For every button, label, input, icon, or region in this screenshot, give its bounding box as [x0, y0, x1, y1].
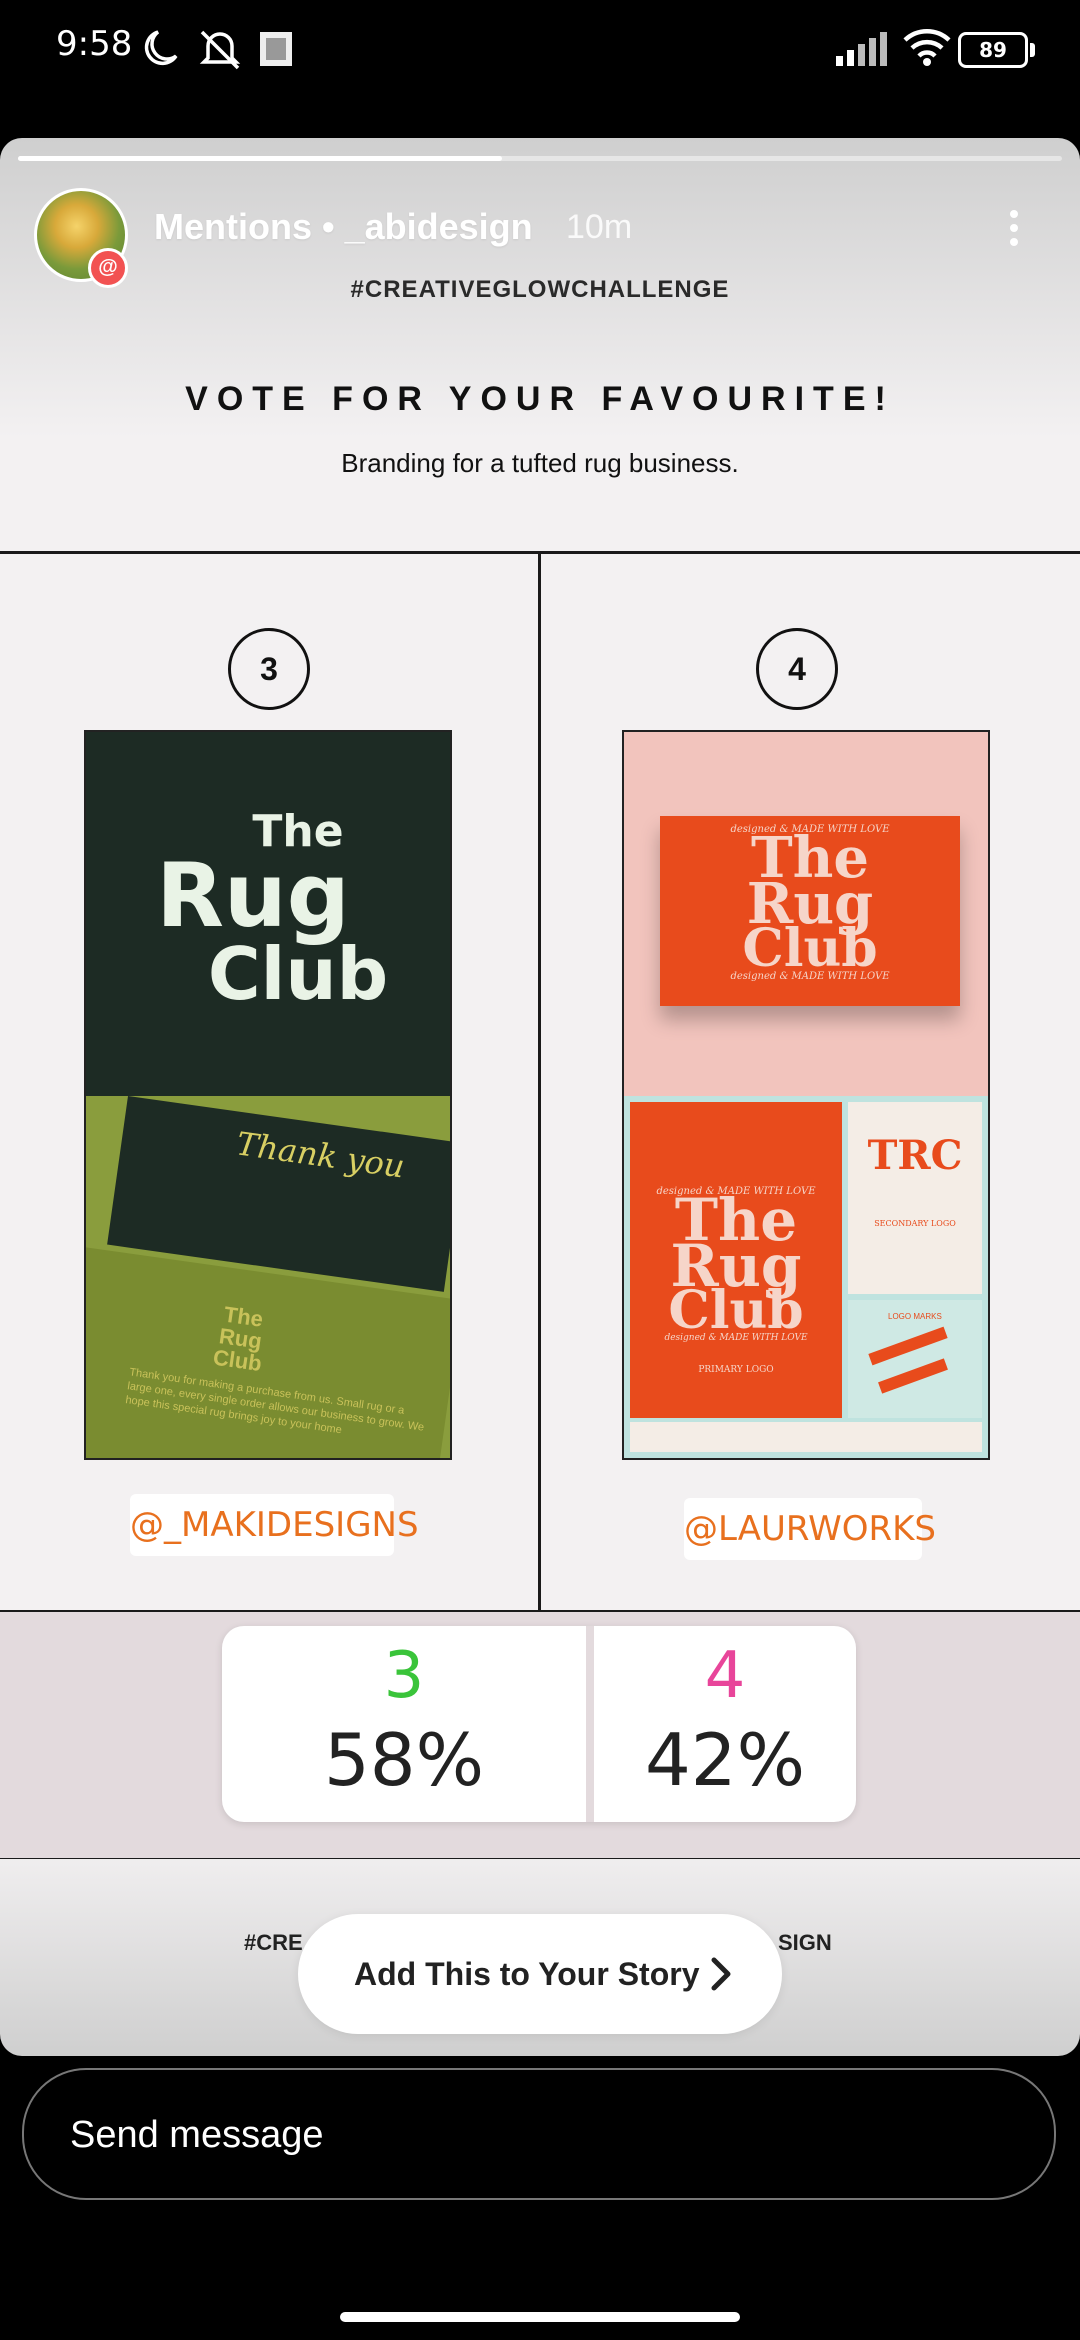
poster-word-rug: Rug [156, 844, 350, 947]
gallery-icon [260, 32, 292, 66]
subhead: Branding for a tufted rug business. [341, 448, 739, 478]
poster-entry-4: designed & MADE WITH LOVE The Rug Club d… [622, 730, 990, 1460]
poster-monogram: TRC [867, 1132, 963, 1179]
status-icons-left [136, 26, 316, 77]
story-card[interactable]: @ Mentions • _abidesign 10m #CREATIVEGLO… [0, 138, 1080, 2056]
status-time: 9:58 [56, 24, 133, 64]
poll-option-4-percent: 42% [644, 1718, 806, 1802]
moon-icon [144, 30, 178, 66]
bell-off-icon [199, 30, 241, 70]
card-bottom-line: designed & MADE WITH LOVE [730, 971, 890, 982]
handle-laurworks[interactable]: @LAURWORKS [684, 1498, 936, 1560]
poll-option-4[interactable]: 4 42% [594, 1626, 856, 1822]
story-progress-fill [18, 156, 502, 161]
poster-entry-3: The Rug Club Thank you The Rug Club Than… [84, 730, 452, 1460]
hashtag-top: #CREATIVEGLOWCHALLENGE [350, 276, 730, 303]
add-to-story-button[interactable]: Add This to Your Story [298, 1914, 782, 2034]
home-indicator[interactable] [340, 2312, 740, 2322]
poll-option-3[interactable]: 3 58% [222, 1626, 586, 1822]
entry-number-4: 4 [756, 628, 838, 710]
poster-logo-marks: LOGO MARKS [888, 1312, 942, 1321]
story-time: 10m [566, 208, 633, 246]
hashtag-bottom-right: SIGN [778, 1930, 832, 1955]
send-message-input[interactable] [68, 2106, 972, 2164]
hashtag-bottom-left: #CRE [244, 1930, 303, 1955]
poll-option-3-percent: 58% [323, 1718, 485, 1802]
poll-option-4-label: 4 [704, 1639, 746, 1713]
send-message-bar[interactable] [22, 2068, 1056, 2200]
more-options-icon[interactable] [1002, 206, 1026, 256]
wifi-icon [902, 26, 952, 71]
poll-option-3-label: 3 [383, 1639, 425, 1713]
poster-secondary-logo: SECONDARY LOGO [874, 1219, 956, 1228]
poll-divider [586, 1626, 594, 1822]
entry-number-3: 3 [228, 628, 310, 710]
handle-makidesigns[interactable]: @_MAKIDESIGNS [130, 1494, 419, 1556]
story-title[interactable]: Mentions • _abidesign [154, 206, 533, 248]
poster-word-club-b: Club [668, 1280, 804, 1341]
card-word-club: Club [742, 918, 878, 979]
headline: VOTE FOR YOUR FAVOURITE! [185, 380, 895, 418]
divider [538, 551, 541, 1611]
chevron-right-icon [711, 1957, 731, 1991]
battery-icon: 89 [958, 32, 1035, 68]
poster-bottom-line: designed & MADE WITH LOVE [664, 1333, 808, 1343]
signal-icon [836, 32, 890, 71]
poster-primary-logo: PRIMARY LOGO [698, 1365, 774, 1375]
poster-word-club: Club [207, 932, 389, 1016]
add-to-story-label: Add This to Your Story [354, 1956, 700, 1992]
poll-sticker[interactable]: 3 58% 4 42% [222, 1626, 856, 1822]
